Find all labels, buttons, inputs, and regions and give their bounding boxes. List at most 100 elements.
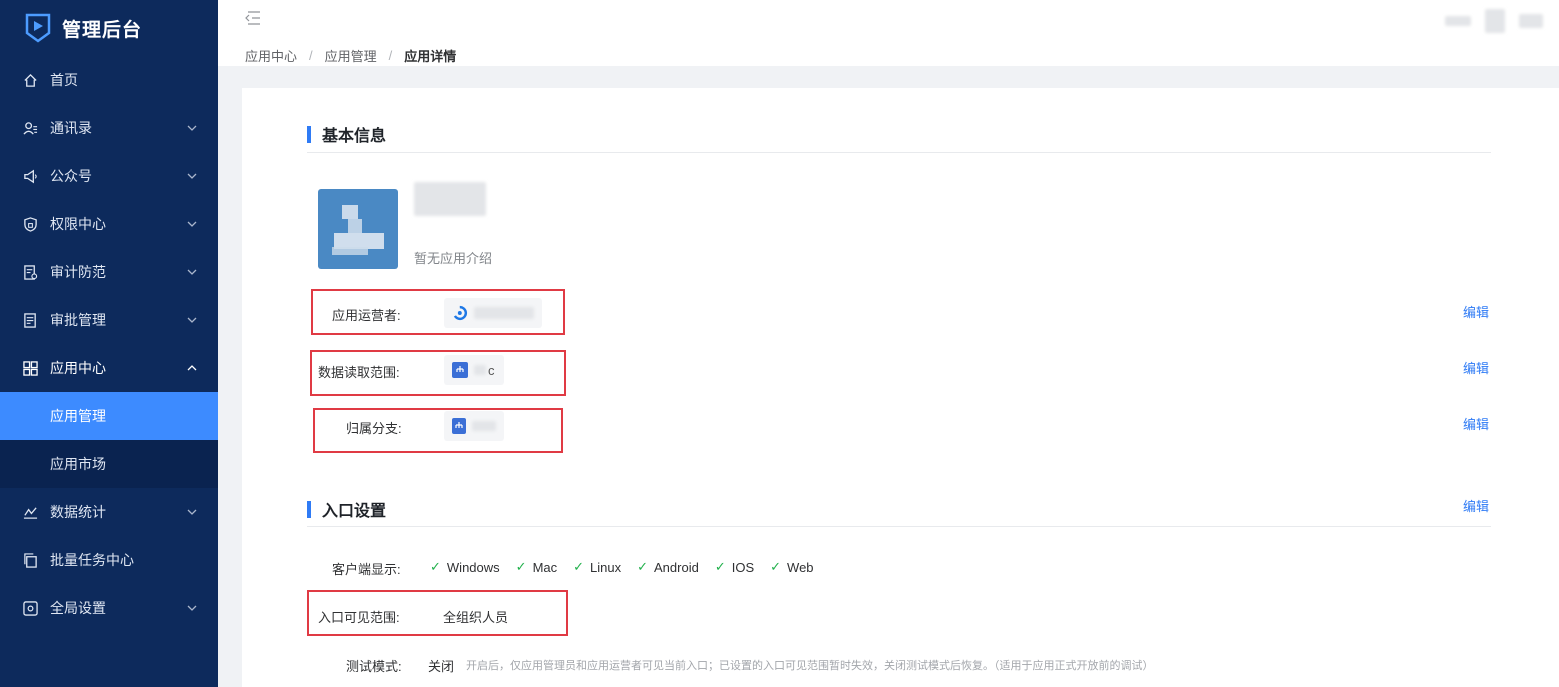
- user-area[interactable]: [1445, 9, 1543, 33]
- visible-scope-value: 全组织人员: [443, 610, 509, 625]
- platform-list: ✓ Windows ✓ Mac ✓ Linux ✓ Android ✓ IOS ✓ Web: [430, 559, 814, 575]
- app-avatar: [318, 189, 398, 269]
- platform-label: Linux: [590, 559, 622, 575]
- edit-branch-link[interactable]: 编辑: [1463, 414, 1489, 433]
- platform-item: ✓ Linux: [573, 559, 621, 575]
- brand[interactable]: 管理后台: [0, 0, 218, 56]
- test-mode-value: 关闭: [428, 659, 455, 674]
- blurred-branch-name: [472, 421, 496, 431]
- sidebar-item-label: 全局设置: [50, 600, 106, 616]
- breadcrumb-item[interactable]: 应用中心: [245, 46, 297, 65]
- platform-item: ✓ Mac: [516, 559, 557, 575]
- org-structure-icon: [452, 362, 468, 378]
- edit-operator-link[interactable]: 编辑: [1463, 302, 1489, 321]
- sidebar-item-home[interactable]: 首页: [0, 56, 218, 104]
- sidebar-item-label: 数据统计: [50, 504, 106, 520]
- sidebar-item-label: 通讯录: [50, 120, 92, 136]
- app-description: 暂无应用介绍: [414, 251, 493, 266]
- sidebar-item-official-account[interactable]: 公众号: [0, 152, 218, 200]
- sidebar-item-label: 审计防范: [50, 264, 106, 280]
- branch-label: 归属分支:: [346, 421, 402, 436]
- section-title-entry-settings: 入口设置: [307, 497, 386, 521]
- platform-item: ✓ Windows: [430, 559, 500, 575]
- sidebar-item-label: 批量任务中心: [50, 552, 134, 568]
- platform-label: Android: [654, 559, 699, 575]
- platform-item: ✓ IOS: [715, 559, 754, 575]
- data-scope-label: 数据读取范围:: [318, 365, 400, 380]
- breadcrumb-item[interactable]: 应用管理: [325, 46, 377, 65]
- platform-label: IOS: [731, 559, 755, 575]
- sidebar-item-app-management[interactable]: 应用管理: [0, 392, 218, 440]
- sidebar-item-permissions[interactable]: 权限中心: [0, 200, 218, 248]
- chevron-down-icon: [187, 605, 197, 611]
- approval-icon: [22, 312, 38, 328]
- platform-item: ✓ Android: [637, 559, 699, 575]
- avatar[interactable]: [1485, 9, 1505, 33]
- sidebar-item-label: 首页: [50, 72, 78, 88]
- section-title-text: 基本信息: [322, 128, 387, 145]
- brand-title: 管理后台: [62, 19, 143, 41]
- chart-icon: [22, 504, 38, 520]
- sidebar-item-batch-tasks[interactable]: 批量任务中心: [0, 536, 218, 584]
- sidebar-item-app-market[interactable]: 应用市场: [0, 440, 218, 488]
- sidebar-item-label: 应用管理: [50, 408, 106, 424]
- check-icon: ✓: [573, 559, 585, 574]
- check-icon: ✓: [770, 559, 782, 574]
- breadcrumb-separator: /: [388, 48, 393, 63]
- chevron-down-icon: [187, 125, 197, 131]
- audit-icon: [22, 264, 38, 280]
- blurred-scope-name: [474, 365, 486, 375]
- blurred-user-menu[interactable]: [1519, 14, 1543, 28]
- section-title-bar: [307, 125, 311, 143]
- check-icon: ✓: [714, 559, 726, 574]
- operator-label: 应用运营者:: [332, 308, 401, 323]
- edit-entry-settings-link[interactable]: 编辑: [1463, 496, 1489, 515]
- divider: [307, 526, 1491, 527]
- blurred-username: [1445, 16, 1471, 26]
- platform-label: Windows: [446, 559, 500, 575]
- branch-chip[interactable]: [444, 411, 504, 441]
- sidebar-item-approval[interactable]: 审批管理: [0, 296, 218, 344]
- divider: [307, 152, 1491, 153]
- test-mode-label: 测试模式:: [346, 659, 402, 674]
- collapse-menu-icon[interactable]: [244, 10, 262, 26]
- check-icon: ✓: [430, 559, 441, 574]
- sidebar-item-label: 公众号: [50, 168, 92, 184]
- check-icon: ✓: [637, 559, 649, 574]
- settings-icon: [22, 600, 38, 616]
- play-logo-icon: [25, 13, 51, 43]
- platform-label: Web: [787, 559, 814, 575]
- sidebar-menu: 首页 通讯录 公众号 权限中心 审计防范 审批管理 应用中心 应用管理 应用市场…: [0, 56, 218, 632]
- org-structure-icon: [452, 418, 467, 434]
- sidebar: 管理后台 首页 通讯录 公众号 权限中心 审计防范 审批管理 应用中心 应用管理…: [0, 0, 218, 687]
- home-icon: [22, 72, 38, 88]
- blurred-operator-name: [473, 307, 534, 319]
- shield-lock-icon: [22, 216, 38, 232]
- sidebar-item-audit[interactable]: 审计防范: [0, 248, 218, 296]
- sidebar-item-label: 应用中心: [50, 360, 106, 376]
- chevron-up-icon: [187, 365, 197, 371]
- data-scope-value: c: [488, 362, 495, 378]
- operator-avatar-icon: [453, 305, 468, 321]
- chevron-down-icon: [187, 509, 197, 515]
- app-center-submenu: 应用管理 应用市场: [0, 392, 218, 488]
- megaphone-icon: [22, 168, 38, 184]
- edit-data-scope-link[interactable]: 编辑: [1463, 358, 1489, 377]
- platform-item: ✓ Web: [770, 559, 813, 575]
- top-header: 应用中心 / 应用管理 / 应用详情: [218, 0, 1559, 66]
- breadcrumb-separator: /: [309, 48, 313, 63]
- copy-icon: [22, 552, 38, 568]
- section-title-text: 入口设置: [322, 503, 387, 520]
- chevron-down-icon: [187, 221, 197, 227]
- sidebar-item-label: 权限中心: [50, 216, 106, 232]
- sidebar-item-contacts[interactable]: 通讯录: [0, 104, 218, 152]
- sidebar-item-statistics[interactable]: 数据统计: [0, 488, 218, 536]
- sidebar-item-app-center[interactable]: 应用中心: [0, 344, 218, 392]
- test-mode-hint: 开启后，仅应用管理员和应用运营者可见当前入口；已设置的入口可见范围暂时失效，关闭…: [466, 660, 1154, 672]
- operator-chip[interactable]: [444, 298, 542, 328]
- platform-label: Mac: [532, 559, 558, 575]
- sidebar-item-label: 审批管理: [50, 312, 106, 328]
- sidebar-item-label: 应用市场: [50, 456, 106, 472]
- data-scope-chip[interactable]: c: [444, 355, 504, 385]
- sidebar-item-global-settings[interactable]: 全局设置: [0, 584, 218, 632]
